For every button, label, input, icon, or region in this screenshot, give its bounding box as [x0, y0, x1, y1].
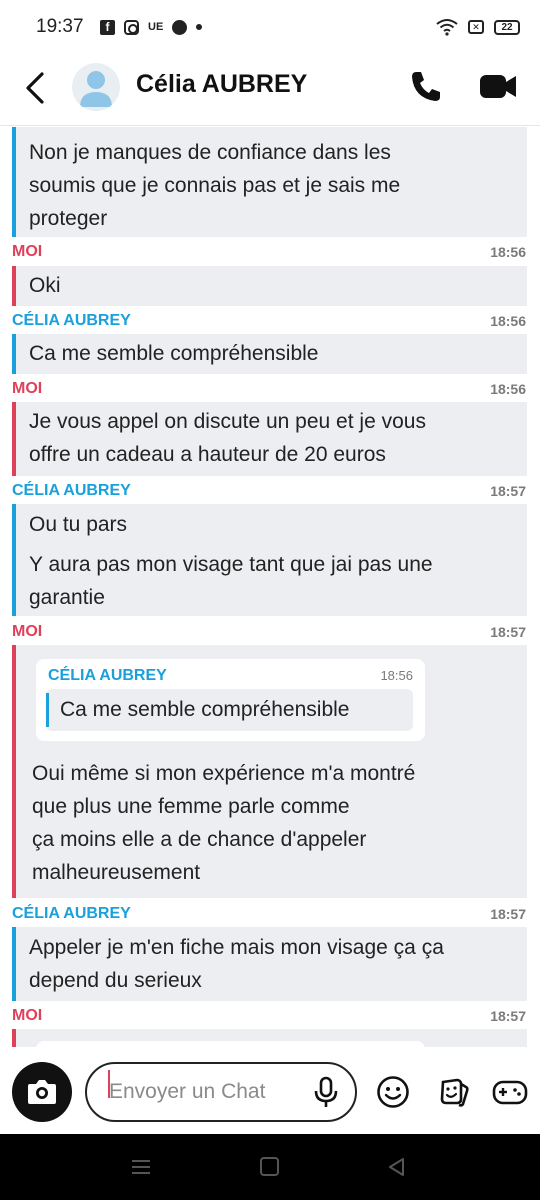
message-line: soumis que je connais pas et je sais me [29, 174, 401, 197]
message-bubble: Non je manques de confiance dans les sou… [12, 127, 527, 237]
avatar[interactable] [72, 63, 120, 111]
sender-header: MOI 18:56 [12, 378, 526, 400]
message-bubble[interactable]: Appeler je m'en fiche mais mon visage ça… [12, 927, 527, 1001]
sender-bar [12, 504, 16, 616]
snapchat-chat-screen: 19:37 f UE ✕ 22 Célia AUBREY Non je manq… [0, 0, 540, 1200]
message-line: depend du serieux [29, 969, 202, 992]
message-time: 18:56 [490, 244, 526, 260]
message-line: offre un cadeau a hauteur de 20 euros [29, 443, 386, 466]
sender-header: MOI 18:57 [12, 1005, 526, 1027]
status-bar: 19:37 f UE ✕ 22 [0, 0, 540, 54]
sender-header: CÉLIA AUBREY 18:56 [12, 310, 526, 332]
microphone-icon[interactable] [311, 1076, 341, 1108]
message-line: Ca me semble compréhensible [29, 342, 319, 365]
message-bubble[interactable]: Ca me semble compréhensible [12, 334, 527, 374]
sender-name: MOI [12, 1007, 43, 1024]
quoted-sender-name: CÉLIA AUBREY [48, 667, 167, 684]
message-line: Je vous appel on discute un peu et je vo… [29, 410, 426, 433]
sender-name: MOI [12, 623, 43, 640]
message-time: 18:56 [490, 313, 526, 329]
message-line: Appeler je m'en fiche mais mon visage ça… [29, 936, 444, 959]
ue-icon: UE [148, 21, 164, 33]
quoted-message[interactable]: CÉLIA AUBREY 18:56 Ca me semble compréhe… [36, 659, 425, 741]
emoji-icon[interactable] [376, 1075, 410, 1109]
no-sim-icon: ✕ [468, 20, 484, 34]
message-bubble[interactable]: Je vous appel on discute un peu et je vo… [12, 402, 527, 476]
message-bubble[interactable] [12, 1029, 527, 1047]
sender-name: MOI [12, 243, 43, 260]
recent-apps-icon[interactable] [130, 1156, 152, 1178]
dot-icon [196, 24, 203, 30]
status-indicators: ✕ 22 [436, 18, 520, 36]
message-time: 18:56 [490, 381, 526, 397]
sender-header: MOI 18:56 [12, 241, 526, 263]
status-app-icons: f UE [100, 19, 203, 35]
message-time: 18:57 [490, 906, 526, 922]
message-line: garantie [29, 586, 105, 609]
message-time: 18:57 [490, 483, 526, 499]
sender-name: CÉLIA AUBREY [12, 482, 131, 499]
camera-button[interactable] [12, 1062, 72, 1122]
camera-icon [28, 1080, 56, 1104]
sender-name: MOI [12, 380, 43, 397]
contact-name[interactable]: Célia AUBREY [136, 70, 307, 99]
chat-input-bar [0, 1048, 540, 1134]
back-arrow-icon[interactable] [20, 68, 50, 108]
game-controller-icon[interactable] [492, 1075, 528, 1109]
sender-bar [12, 645, 16, 898]
quoted-message [36, 1041, 425, 1047]
message-list[interactable]: Non je manques de confiance dans les sou… [0, 127, 540, 1047]
message-line: proteger [29, 207, 108, 230]
sender-bar [12, 127, 16, 237]
wifi-icon [436, 19, 458, 36]
message-line: Oki [29, 274, 61, 297]
user-silhouette-icon [80, 71, 112, 107]
text-cursor [108, 1070, 110, 1098]
phone-call-icon[interactable] [408, 68, 444, 104]
sender-name: CÉLIA AUBREY [12, 312, 131, 329]
system-nav-bar [0, 1134, 540, 1200]
battery-level: 22 [501, 21, 513, 33]
sender-bar [12, 266, 16, 306]
quoted-body: Ca me semble compréhensible [46, 689, 413, 731]
message-time: 18:57 [490, 1008, 526, 1024]
message-bubble[interactable]: Ou tu pars Y aura pas mon visage tant qu… [12, 504, 527, 616]
quote-bar [46, 693, 49, 727]
message-line: Y aura pas mon visage tant que jai pas u… [29, 553, 433, 576]
sender-bar [12, 334, 16, 374]
message-line: Non je manques de confiance dans les [29, 141, 391, 164]
instagram-icon [124, 19, 139, 35]
chat-header: Célia AUBREY [0, 54, 540, 126]
quoted-text: Ca me semble compréhensible [60, 698, 350, 721]
home-icon[interactable] [260, 1157, 279, 1176]
message-line: malheureusement [32, 861, 201, 884]
system-back-icon[interactable] [386, 1156, 408, 1178]
message-line: que plus une femme parle comme [32, 795, 350, 818]
sender-header: CÉLIA AUBREY 18:57 [12, 480, 526, 502]
message-bubble[interactable]: Oki [12, 266, 527, 306]
sender-bar [12, 402, 16, 476]
sender-name: CÉLIA AUBREY [12, 905, 131, 922]
status-time: 19:37 [36, 16, 84, 37]
message-line: Ou tu pars [29, 513, 128, 536]
message-line: Oui même si mon expérience m'a montré [32, 762, 416, 785]
battery-icon: 22 [494, 19, 520, 35]
message-line: ça moins elle a de chance d'appeler [32, 828, 367, 851]
sticker-icon[interactable] [437, 1075, 471, 1109]
message-bubble[interactable]: CÉLIA AUBREY 18:56 Ca me semble compréhe… [12, 645, 527, 898]
message-time: 18:57 [490, 624, 526, 640]
video-call-icon[interactable] [478, 68, 518, 104]
sender-bar [12, 1029, 16, 1047]
sender-bar [12, 927, 16, 1001]
sender-header: MOI 18:57 [12, 621, 526, 643]
quoted-time: 18:56 [380, 668, 413, 683]
facebook-icon: f [100, 19, 115, 35]
messenger-icon [172, 19, 188, 35]
sender-header: CÉLIA AUBREY 18:57 [12, 903, 526, 925]
